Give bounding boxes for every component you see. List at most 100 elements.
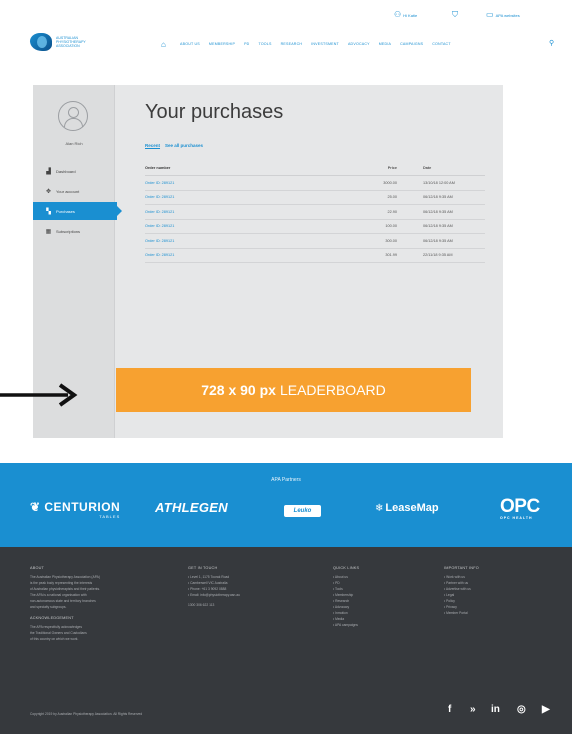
nav-investment[interactable]: INVESTSMENT	[311, 42, 339, 46]
nav-tools[interactable]: TOOLS	[258, 42, 271, 46]
order-date: 06/12/18 9:35 AM	[423, 224, 453, 229]
cart-icon: ▚	[46, 208, 51, 215]
facebook-icon[interactable]: f	[448, 704, 451, 715]
order-link[interactable]: Order ID: 289121	[145, 195, 337, 199]
cart-link[interactable]: ⛉	[452, 11, 458, 19]
copyright-text: Copyright 2019 by Australian Physiothera…	[30, 712, 143, 716]
snowflake-icon: ❄	[375, 503, 384, 514]
home-icon[interactable]: ⌂	[161, 40, 166, 49]
footer-quick-heading: QUICK LINKS	[333, 566, 360, 570]
arrow-right-icon	[0, 383, 78, 407]
partners-title: APA Partners	[271, 477, 301, 483]
table-row: Order ID: 289121 25.00 06/12/18 9:35 AM	[145, 191, 485, 205]
filter-recent[interactable]: Recent	[145, 143, 160, 148]
sidebar-item-label: Your account	[56, 188, 80, 194]
purchase-filters: Recent See all purchases	[145, 143, 203, 148]
table-row: Order ID: 289121 3000.00 13/10/18 12:00 …	[145, 176, 485, 191]
footer-quick-link[interactable]: • APA campaigns	[333, 622, 359, 628]
footer-contact-line[interactable]: • Email: info@physiotherapy.asn.au	[188, 592, 240, 598]
footer-about-line: and specialty subgroups.	[30, 605, 67, 609]
dashboard-icon: ▟	[46, 168, 51, 175]
footer-about: ABOUT The Australian Physiotherapy Assoc…	[30, 565, 100, 642]
opc-health-logo[interactable]: OPC OPC HEALTH	[500, 497, 540, 521]
order-date: 22/11/18 9:35 AM	[423, 253, 453, 258]
nav-contact[interactable]: CONTACT	[432, 42, 451, 46]
apa-logo-text: AUSTRALIAN PHYSIOTHERAPY ASSOCIATION	[56, 36, 86, 48]
sidebar-item-label: Subscriptions	[56, 228, 81, 234]
footer-about-heading: ABOUT	[30, 566, 45, 570]
nav-advocacy[interactable]: ADVOCACY	[348, 42, 370, 46]
sidebar-item-subscriptions[interactable]: ▦ Subscriptions	[33, 222, 115, 240]
order-price: 22.90	[387, 209, 397, 214]
athlegen-logo[interactable]: ATHLEGEN	[155, 500, 228, 515]
sidebar-item-label: Dashboard	[56, 168, 76, 174]
nav-about-us[interactable]: ABOUT US	[180, 42, 200, 46]
col-date: Date	[423, 166, 432, 170]
twitter-icon[interactable]: »	[470, 704, 476, 715]
linkedin-icon[interactable]: in	[491, 704, 500, 715]
cart-icon: ⛉	[452, 10, 458, 19]
account-link[interactable]: ⚇ Hi Katie	[394, 11, 417, 19]
leaderboard-size: 728 x 90 px	[201, 382, 276, 398]
nav-membership[interactable]: MEMBERSHIP	[209, 42, 235, 46]
order-price: 25.00	[387, 195, 397, 200]
gear-icon: ✥	[45, 188, 52, 195]
main-nav: ABOUT US MEMBERSHIP PD TOOLS RESEARCH IN…	[180, 42, 451, 46]
order-price: 3000.00	[383, 180, 397, 185]
nav-campaigns[interactable]: CAMPAIGNS	[400, 42, 423, 46]
nav-research[interactable]: RESEARCH	[281, 42, 303, 46]
sidebar-item-dashboard[interactable]: ▟ Dashboard	[33, 162, 115, 180]
col-order-number: Order number	[145, 166, 171, 170]
apa-logo-mark	[30, 33, 52, 51]
list-icon: ▦	[45, 228, 52, 235]
footer-quick-links: QUICK LINKS • About us • PD • Tools • Me…	[333, 565, 359, 628]
table-row: Order ID: 289121 100.00 06/12/18 9:35 AM	[145, 220, 485, 234]
opc-logo-text: OPC	[500, 496, 540, 517]
centurion-logo-sub: TABLES	[99, 514, 121, 519]
nav-pd[interactable]: PD	[244, 42, 249, 46]
instagram-icon[interactable]: ◎	[517, 704, 526, 715]
sidebar-item-purchases[interactable]: ▚ Purchases	[33, 202, 122, 220]
apa-websites-label: APA websites	[495, 12, 520, 18]
order-date: 06/12/18 9:35 AM	[423, 195, 453, 200]
centurion-logo[interactable]: ❦ CENTURION TABLES	[30, 500, 120, 519]
order-price: 301.99	[385, 253, 397, 258]
footer-important-heading: IMPORTANT INFO	[444, 566, 479, 570]
order-price: 100.00	[385, 224, 397, 229]
order-link[interactable]: Order ID: 289121	[145, 224, 337, 228]
order-link[interactable]: Order ID: 289121	[145, 210, 337, 214]
avatar	[58, 101, 88, 131]
table-row: Order ID: 289121 22.90 06/12/18 9:35 AM	[145, 205, 485, 220]
leaderboard-label: LEADERBOARD	[279, 382, 386, 398]
footer-important-link[interactable]: • Member Portal	[444, 610, 479, 616]
table-row: Order ID: 289121 300.00 06/12/18 9:35 AM	[145, 234, 485, 249]
account-link-label: Hi Katie	[403, 12, 418, 18]
apa-websites-link[interactable]: ▭ APA websites	[486, 11, 520, 19]
footer-contact-phone: 1300 306 622 113	[188, 603, 215, 607]
order-date: 06/12/18 9:35 AM	[423, 209, 453, 214]
order-link[interactable]: Order ID: 289121	[145, 181, 337, 185]
filter-see-all[interactable]: See all purchases	[165, 143, 203, 148]
footer-ack-heading: ACKNOWLEDGEMENT	[30, 616, 74, 620]
order-date: 13/10/18 12:00 AM	[423, 180, 455, 185]
footer-contact: GET IN TOUCH • Level 1, 1175 Toorak Road…	[188, 565, 240, 608]
leaderboard-ad-placeholder: 728 x 90 px LEADERBOARD	[116, 368, 471, 412]
purchases-table: Order number Price Date Order ID: 289121…	[145, 166, 485, 263]
leasemap-logo[interactable]: ❄ LeaseMap	[375, 502, 439, 514]
search-icon[interactable]: ⚲	[549, 39, 554, 47]
col-price: Price	[387, 166, 397, 170]
user-name: Alan Rich	[65, 141, 83, 146]
table-row: Order ID: 289121 301.99 22/11/18 9:35 AM	[145, 249, 485, 263]
leuko-logo[interactable]: Leuko	[284, 505, 321, 517]
order-link[interactable]: Order ID: 289121	[145, 239, 337, 243]
sidebar-item-account[interactable]: ✥ Your account	[33, 182, 115, 200]
table-header: Order number Price Date	[145, 166, 485, 176]
order-price: 300.00	[385, 238, 397, 243]
youtube-icon[interactable]: ▶	[542, 704, 550, 715]
apa-logo[interactable]: AUSTRALIAN PHYSIOTHERAPY ASSOCIATION	[30, 30, 110, 54]
nav-media[interactable]: MEDIA	[379, 42, 391, 46]
sidebar-item-label: Purchases	[56, 208, 75, 214]
footer-contact-heading: GET IN TOUCH	[188, 566, 218, 570]
order-link[interactable]: Order ID: 289121	[145, 253, 337, 257]
page-title: Your purchases	[145, 101, 284, 123]
